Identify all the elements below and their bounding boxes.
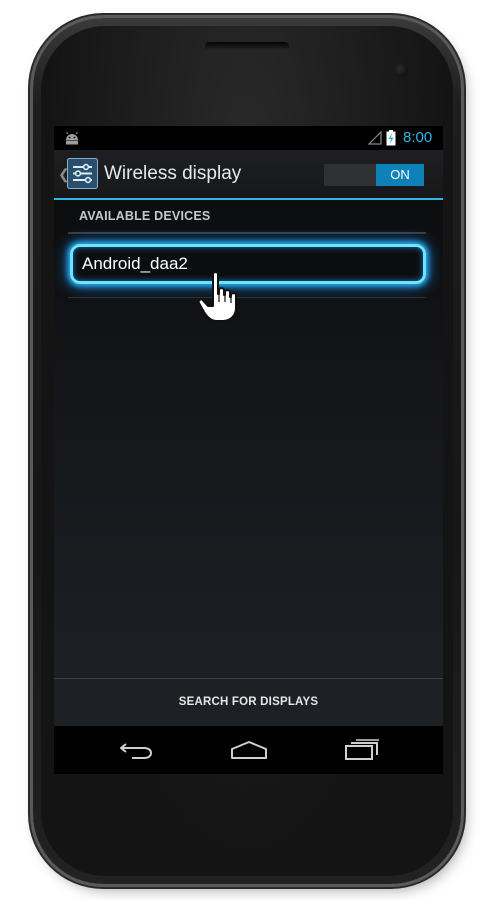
toggle-on-label: ON xyxy=(376,164,424,186)
recents-nav-icon[interactable] xyxy=(344,738,380,760)
list-divider xyxy=(68,297,426,298)
android-icon xyxy=(66,131,78,145)
battery-charging-icon xyxy=(386,130,396,146)
action-bar: ❮ Wireless display ON xyxy=(54,150,443,200)
status-clock: 8:00 xyxy=(403,129,433,146)
navigation-bar xyxy=(54,726,443,774)
device-list-item[interactable]: Android_daa2 xyxy=(70,244,426,284)
settings-icon[interactable] xyxy=(67,158,98,189)
wireless-display-toggle[interactable]: ON xyxy=(324,164,424,186)
front-camera xyxy=(394,63,408,77)
settings-content: AVAILABLE DEVICES Android_daa2 xyxy=(54,200,443,678)
status-bar: 8:00 xyxy=(54,126,443,150)
device-screen: 8:00 ❮ Wireless display ON AVAILABLE DEV… xyxy=(54,126,443,774)
device-name: Android_daa2 xyxy=(82,254,188,273)
phone-earpiece xyxy=(205,42,289,52)
page-title: Wireless display xyxy=(104,163,242,184)
pointing-hand-icon xyxy=(197,271,237,322)
search-displays-label: SEARCH FOR DISPLAYS xyxy=(178,696,319,708)
back-nav-icon[interactable] xyxy=(118,740,154,760)
available-devices-header: AVAILABLE DEVICES xyxy=(79,209,211,223)
signal-icon xyxy=(368,131,382,145)
search-displays-button[interactable]: SEARCH FOR DISPLAYS xyxy=(54,678,443,727)
section-divider xyxy=(68,232,426,234)
home-nav-icon[interactable] xyxy=(229,740,269,760)
